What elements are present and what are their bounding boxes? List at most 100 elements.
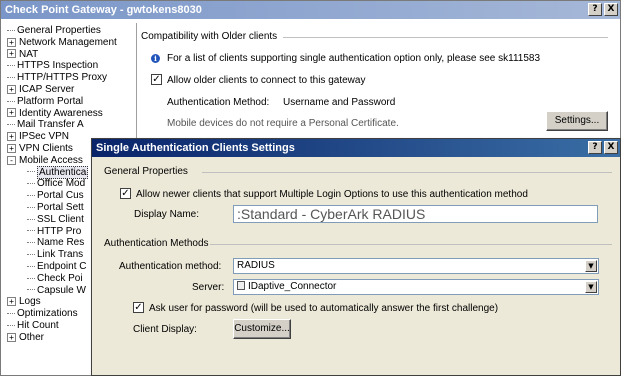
info-icon: i bbox=[151, 54, 160, 63]
tree-item[interactable]: Authentica bbox=[27, 165, 89, 179]
tree-item-label: Identity Awareness bbox=[19, 107, 103, 119]
tree-item-label: HTTPS Inspection bbox=[17, 60, 99, 72]
tree-item[interactable]: Name Res bbox=[27, 237, 84, 249]
tree-item-label: Capsule W bbox=[37, 284, 86, 296]
section-divider bbox=[210, 244, 612, 245]
tree-connector bbox=[7, 29, 15, 31]
tree-connector bbox=[7, 313, 15, 315]
tree-item[interactable]: + VPN Clients bbox=[7, 143, 73, 155]
ask-password-label: Ask user for password (will be used to a… bbox=[149, 303, 499, 314]
tree-item[interactable]: Capsule W bbox=[27, 285, 86, 297]
client-display-label: Client Display: bbox=[133, 324, 197, 335]
gateway-window-titlebar[interactable]: Check Point Gateway - gwtokens8030 ? X bbox=[1, 1, 620, 19]
tree-item[interactable]: + Other bbox=[7, 332, 44, 344]
tree-item[interactable]: HTTPS Inspection bbox=[7, 60, 98, 72]
dialog-title: Single Authentication Clients Settings bbox=[96, 142, 295, 154]
chevron-down-icon[interactable]: ▼ bbox=[585, 281, 597, 293]
expand-icon[interactable]: + bbox=[7, 132, 16, 142]
tree-item-label: Logs bbox=[19, 296, 41, 308]
tree-item[interactable]: Platform Portal bbox=[7, 96, 83, 108]
tree-item-label: ICAP Server bbox=[19, 84, 75, 95]
tree-item[interactable]: Mail Transfer A bbox=[7, 119, 84, 131]
tree-item-label: Check Poi bbox=[37, 272, 83, 284]
expand-icon[interactable]: + bbox=[7, 297, 16, 307]
collapse-icon[interactable]: - bbox=[7, 155, 16, 165]
expand-icon[interactable]: + bbox=[7, 332, 16, 342]
tree-connector bbox=[27, 289, 35, 291]
tree-item[interactable]: Endpoint C bbox=[27, 261, 86, 273]
tree-connector bbox=[27, 218, 35, 220]
compat-section: Compatibility with Older clients i For a… bbox=[141, 23, 620, 133]
tree-item[interactable]: Portal Cus bbox=[27, 190, 84, 202]
tree-item[interactable]: + Identity Awareness bbox=[7, 108, 103, 120]
tree-item-label: Other bbox=[19, 331, 45, 343]
tree-item-label: General Properties bbox=[17, 25, 101, 36]
allow-newer-label: Allow newer clients that support Multipl… bbox=[136, 189, 528, 200]
tree-item-label: Name Res bbox=[37, 237, 85, 249]
auth-method-value: Username and Password bbox=[283, 97, 396, 108]
customize-button[interactable]: Customize... bbox=[233, 319, 291, 339]
tree-item-label: Office Mod bbox=[37, 178, 86, 190]
tree-connector bbox=[7, 77, 15, 79]
tree-item[interactable]: Link Trans bbox=[27, 249, 83, 261]
auth-methods-header: Authentication Methods bbox=[104, 238, 209, 249]
auth-method-select[interactable]: RADIUS ▼ bbox=[233, 258, 599, 274]
expand-icon[interactable]: + bbox=[7, 108, 16, 118]
section-divider bbox=[283, 37, 608, 38]
auth-method-select-label: Authentication method: bbox=[119, 261, 222, 272]
tree-item[interactable]: Office Mod bbox=[27, 178, 85, 190]
tree-item[interactable]: + IPSec VPN bbox=[7, 131, 69, 143]
ask-password-checkbox[interactable]: ✓ bbox=[133, 302, 144, 313]
tree-item-label: SSL Client bbox=[37, 213, 84, 225]
dialog-body: General Properties ✓ Allow newer clients… bbox=[92, 157, 620, 375]
tree-item-label: VPN Clients bbox=[19, 143, 73, 154]
display-name-input[interactable]: :Standard - CyberArk RADIUS bbox=[233, 205, 598, 223]
expand-icon[interactable]: + bbox=[7, 49, 16, 59]
dialog-titlebar[interactable]: Single Authentication Clients Settings ?… bbox=[92, 139, 620, 157]
tree-item[interactable]: General Properties bbox=[7, 25, 101, 37]
tree-item-label: Optimizations bbox=[17, 308, 78, 320]
expand-icon[interactable]: + bbox=[7, 84, 16, 94]
allow-older-checkbox[interactable]: ✓ bbox=[151, 74, 162, 85]
tree-connector bbox=[7, 65, 15, 67]
tree-connector bbox=[27, 242, 35, 244]
chevron-down-icon[interactable]: ▼ bbox=[585, 260, 597, 272]
close-button[interactable]: X bbox=[604, 3, 618, 16]
tree-item-label: IPSec VPN bbox=[19, 131, 70, 143]
tree-item[interactable]: Hit Count bbox=[7, 320, 59, 332]
allow-newer-checkbox[interactable]: ✓ bbox=[120, 188, 131, 199]
display-name-label: Display Name: bbox=[134, 209, 200, 220]
tree-item[interactable]: + NAT bbox=[7, 49, 38, 61]
tree-item-label: Authentica bbox=[37, 165, 89, 179]
tree-item[interactable]: + Network Management bbox=[7, 37, 117, 49]
tree-item[interactable]: - Mobile Access bbox=[7, 155, 83, 167]
help-button[interactable]: ? bbox=[588, 3, 602, 16]
tree-connector bbox=[7, 100, 15, 102]
tree-connector bbox=[27, 206, 35, 208]
tree-connector bbox=[7, 324, 15, 326]
tree-item[interactable]: Check Poi bbox=[27, 273, 83, 285]
compat-header: Compatibility with Older clients bbox=[141, 31, 278, 42]
tree-item-label: Mail Transfer A bbox=[17, 119, 84, 131]
dialog-close-button[interactable]: X bbox=[604, 141, 618, 154]
tree-item[interactable]: Portal Sett bbox=[27, 202, 84, 214]
tree-item[interactable]: HTTP Pro bbox=[27, 226, 81, 238]
tree-item[interactable]: + ICAP Server bbox=[7, 84, 74, 96]
tree-item-label: Endpoint C bbox=[37, 261, 87, 272]
tree-connector bbox=[27, 195, 35, 197]
dialog-help-button[interactable]: ? bbox=[588, 141, 602, 154]
tree-item[interactable]: SSL Client bbox=[27, 214, 84, 226]
server-select[interactable]: IDaptive_Connector ▼ bbox=[233, 279, 599, 295]
tree-item-label: Network Management bbox=[19, 36, 117, 48]
tree-item[interactable]: Optimizations bbox=[7, 308, 78, 320]
expand-icon[interactable]: + bbox=[7, 37, 16, 47]
tree-item-label: Link Trans bbox=[37, 249, 84, 261]
settings-button[interactable]: Settings... bbox=[546, 111, 608, 131]
expand-icon[interactable]: + bbox=[7, 143, 16, 153]
tree-item[interactable]: + Logs bbox=[7, 296, 41, 308]
allow-older-label: Allow older clients to connect to this g… bbox=[167, 75, 366, 86]
tree-connector bbox=[7, 124, 15, 126]
tree-item[interactable]: HTTP/HTTPS Proxy bbox=[7, 72, 107, 84]
auth-method-select-value: RADIUS bbox=[237, 260, 275, 271]
info-text: For a list of clients supporting single … bbox=[167, 53, 541, 64]
